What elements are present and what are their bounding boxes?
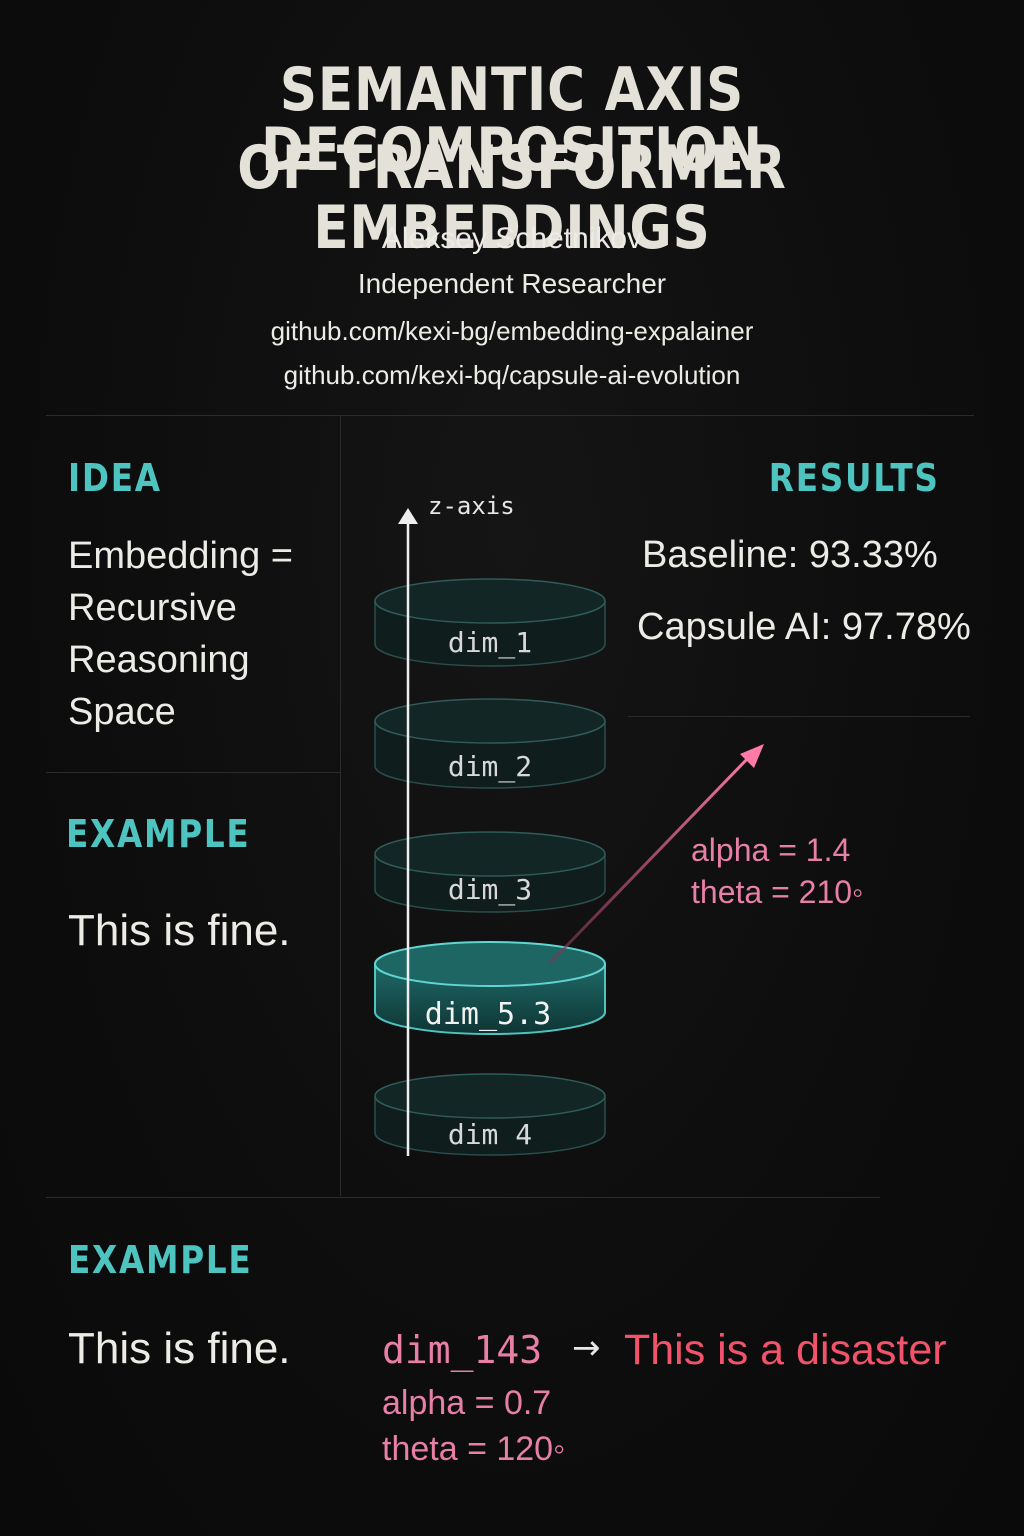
example-dim: dim_143	[382, 1328, 543, 1372]
z-axis-label: z-axis	[428, 492, 515, 520]
divider-left	[46, 772, 340, 773]
layer-label: dim_2	[448, 750, 532, 784]
vector-theta-label: theta = 210◦	[691, 874, 864, 910]
author: Aleksey Schetnikov	[381, 222, 643, 255]
example-heading-top: EXAMPLE	[66, 812, 251, 856]
example-heading-bottom: EXAMPLE	[68, 1238, 253, 1282]
embedding-layers-diagram: dim_1 dim_2 dim_3 dim_5.3 dim 4 z-axis	[374, 492, 764, 1156]
idea-heading: IDEA	[68, 456, 162, 500]
link-capsule-ai-evolution[interactable]: github.com/kexi-bq/capsule-ai-evolution	[0, 360, 1024, 391]
link-embedding-explainer[interactable]: github.com/kexi-bg/embedding-expalainer	[0, 316, 1024, 347]
example-text-top: This is fine.	[68, 906, 291, 955]
layer-label: dim 4	[448, 1118, 532, 1151]
vector-alpha-label: alpha = 1.4	[691, 832, 851, 868]
layer-label-highlighted: dim_5.3	[425, 997, 551, 1032]
divider-bottom	[46, 1197, 880, 1198]
example-output: This is a disaster	[624, 1326, 947, 1374]
affiliation: Independent Researcher	[357, 268, 667, 299]
example-alpha: alpha = 0.7	[382, 1384, 552, 1422]
idea-text: Embedding = Recursive Reasoning Space	[68, 530, 293, 738]
idea-line: Reasoning	[68, 639, 250, 681]
idea-line: Space	[68, 691, 176, 733]
example-text-bottom: This is fine.	[68, 1324, 291, 1373]
idea-line: Embedding =	[68, 535, 293, 577]
arrow-right-icon: →	[572, 1328, 601, 1368]
layer-label: dim_1	[448, 626, 532, 660]
layer-label: dim_3	[448, 873, 532, 907]
idea-line: Recursive	[68, 587, 237, 629]
example-theta: theta = 120◦	[382, 1430, 566, 1468]
